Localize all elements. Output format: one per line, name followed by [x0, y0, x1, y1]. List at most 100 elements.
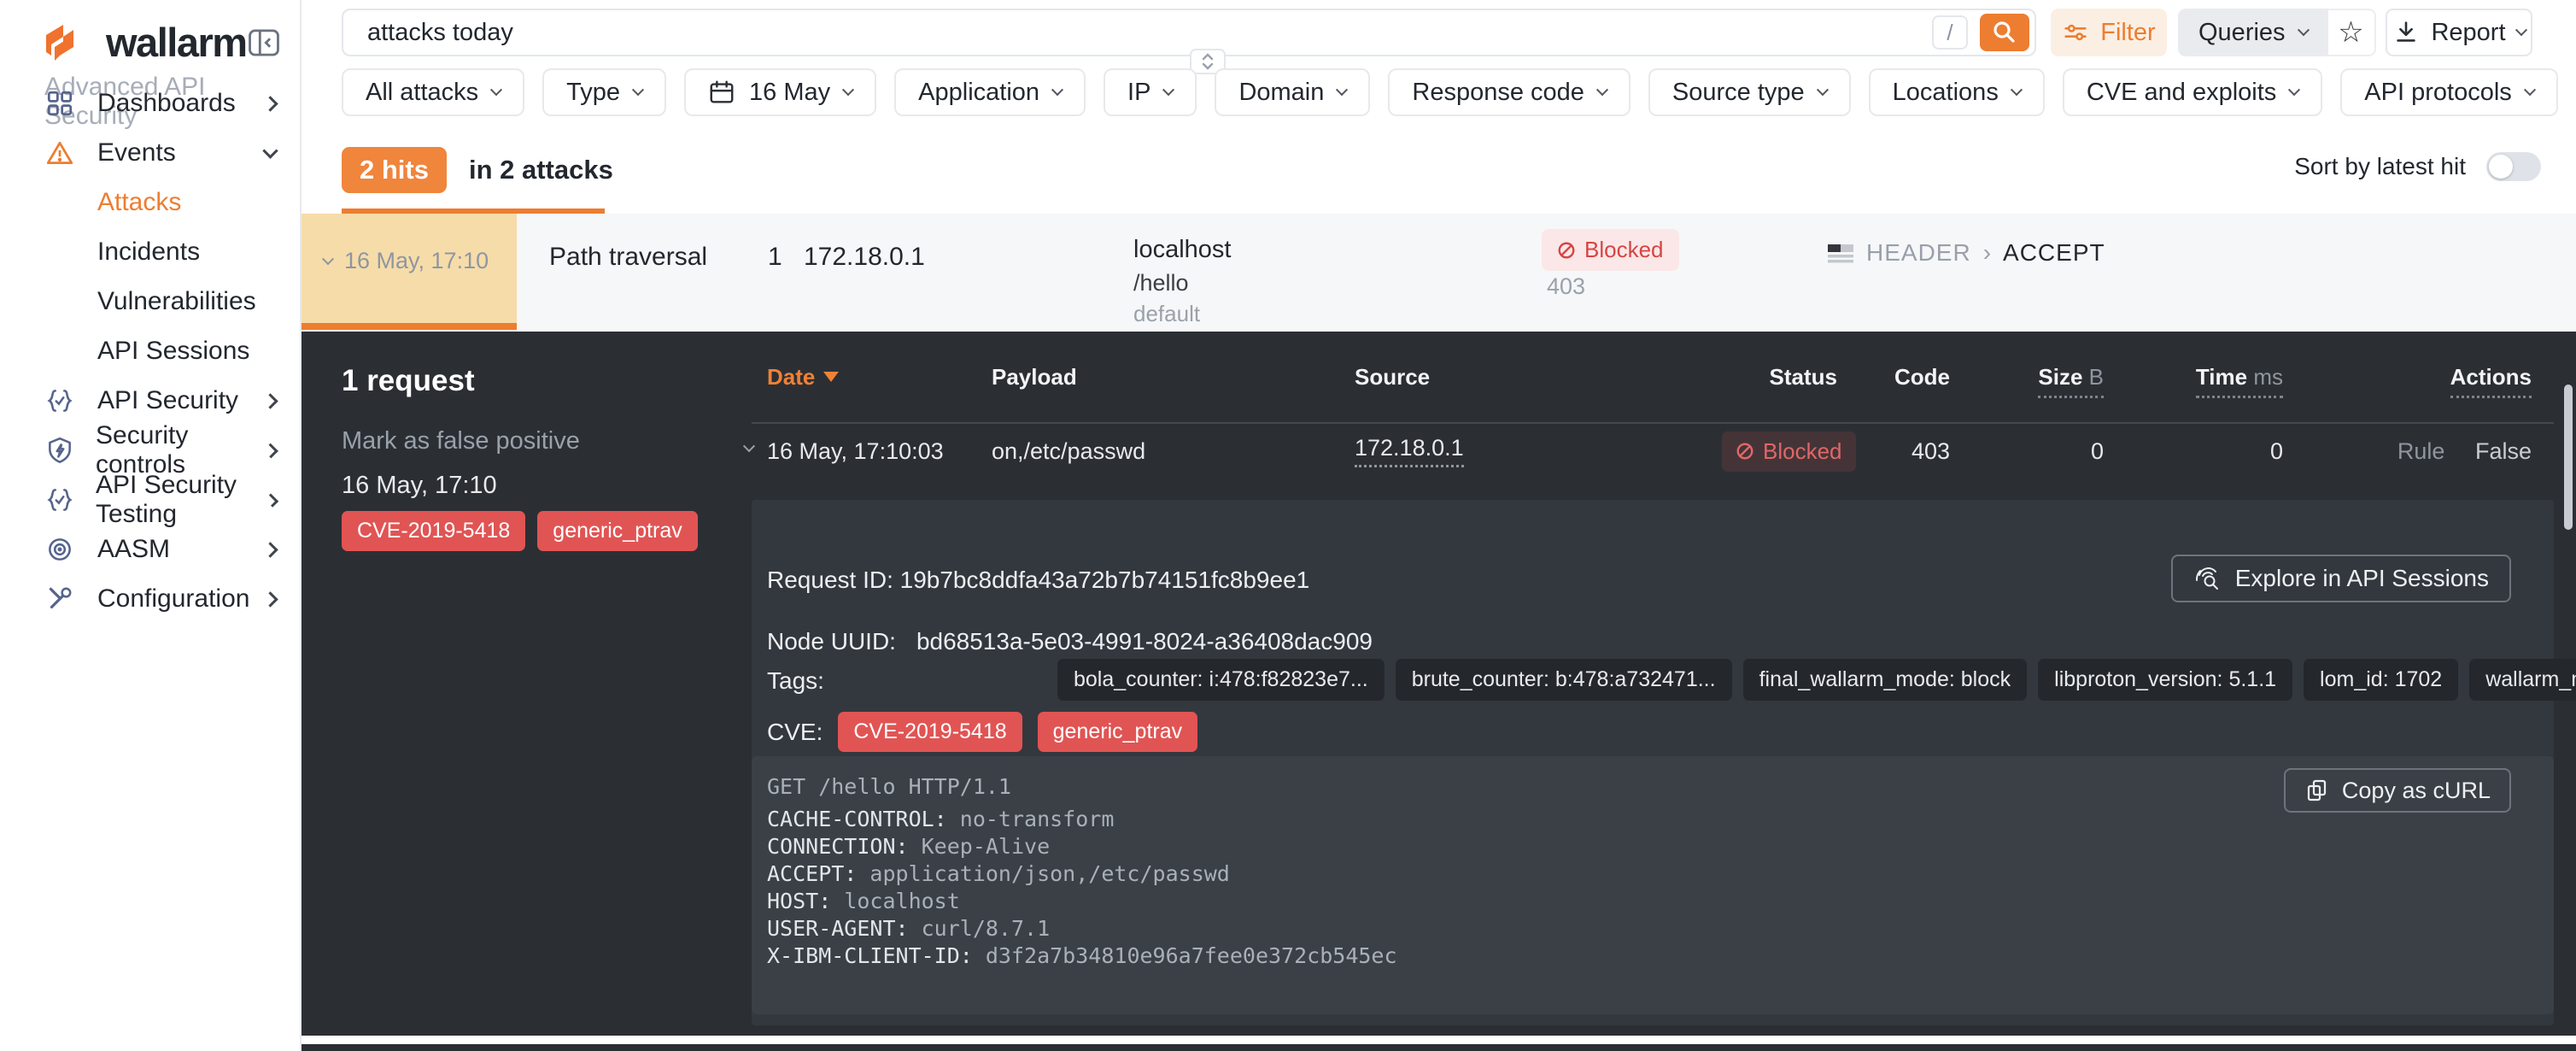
filter-chip-date[interactable]: 16 May	[684, 68, 876, 116]
attack-date: 16 May, 17:10	[344, 248, 489, 274]
column-actions[interactable]: Actions	[2283, 364, 2532, 390]
search-icon	[1990, 18, 2019, 47]
attack-domain: localhost	[1133, 236, 1231, 264]
copy-as-curl-button[interactable]: Copy as cURL	[2284, 768, 2511, 813]
sidebar-item-api-security-testing[interactable]: API Security Testing	[0, 475, 300, 525]
search-button[interactable]	[1980, 14, 2029, 51]
sidebar-item-api-security[interactable]: API Security	[0, 376, 300, 426]
attack-date-cell[interactable]: 16 May, 17:10	[302, 214, 517, 330]
sidebar-item-attacks[interactable]: Attacks	[0, 178, 300, 227]
row-expand-chevron-icon[interactable]	[743, 440, 755, 452]
tools-icon	[44, 584, 77, 614]
sidebar-item-label: Incidents	[97, 238, 200, 267]
wallarm-logo-icon	[44, 23, 94, 62]
system-tags-row: bola_counter: i:478:f82823e7... brute_co…	[1057, 659, 2576, 701]
http-header-line: USER-AGENT: curl/8.7.1	[767, 915, 1397, 942]
sidebar-item-label: Events	[97, 138, 176, 167]
main-content: / Filter Queries ☆	[302, 0, 2576, 1051]
chevron-down-icon	[1336, 84, 1348, 96]
request-id-label: Request ID:	[767, 567, 893, 594]
chevron-down-icon	[1162, 84, 1174, 96]
attack-response-code: 403	[1547, 273, 1585, 300]
system-tag: brute_counter: b:478:a732471...	[1396, 659, 1732, 701]
raw-request-block: Copy as cURL GET /hello HTTP/1.1 CACHE-C…	[752, 756, 2554, 1014]
cell-time: 0	[2104, 438, 2283, 465]
chevron-down-icon	[1596, 84, 1608, 96]
sort-toggle[interactable]	[2486, 152, 2541, 181]
requests-table-header: Date Payload Source Status Code Size B T…	[752, 357, 2554, 396]
filter-chip-all-attacks[interactable]: All attacks	[342, 68, 524, 116]
explore-button-label: Explore in API Sessions	[2235, 565, 2489, 592]
filter-button[interactable]: Filter	[2051, 9, 2167, 56]
filter-chip-response-code[interactable]: Response code	[1388, 68, 1630, 116]
sidebar-item-incidents[interactable]: Incidents	[0, 227, 300, 277]
sidebar-item-configuration[interactable]: Configuration	[0, 574, 300, 624]
sidebar-item-aasm[interactable]: AASM	[0, 525, 300, 574]
http-header-line: HOST: localhost	[767, 888, 1397, 915]
search-bar: /	[342, 9, 2036, 56]
column-date[interactable]: Date	[767, 364, 992, 390]
chevron-down-icon	[490, 84, 502, 96]
http-header-line: CACHE-CONTROL: no-transform	[767, 806, 1397, 833]
filter-chip-source-type[interactable]: Source type	[1648, 68, 1851, 116]
sort-desc-icon	[823, 372, 839, 382]
http-header-line: ACCEPT: application/json,/etc/passwd	[767, 860, 1397, 888]
status-badge: Blocked	[1542, 229, 1679, 271]
sidebar-item-security-controls[interactable]: Security controls	[0, 426, 300, 475]
chevron-right-icon	[262, 393, 278, 408]
false-action-link[interactable]: False	[2475, 438, 2532, 464]
attack-row[interactable]: 16 May, 17:10 Path traversal 1 172.18.0.…	[302, 214, 2576, 330]
column-payload: Payload	[992, 364, 1355, 390]
favorite-star-button[interactable]: ☆	[2328, 9, 2376, 56]
filter-chip-application[interactable]: Application	[894, 68, 1086, 116]
report-button[interactable]: Report	[2386, 9, 2532, 56]
http-headers: CACHE-CONTROL: no-transform CONNECTION: …	[767, 806, 1397, 970]
sidebar-item-vulnerabilities[interactable]: Vulnerabilities	[0, 277, 300, 326]
chip-label: API protocols	[2364, 79, 2511, 107]
column-time[interactable]: Time ms	[2104, 364, 2283, 390]
toggle-knob	[2489, 155, 2513, 179]
filter-chips-row: All attacks Type 16 May Application IP D…	[342, 68, 2576, 116]
next-panel-edge	[302, 1044, 2576, 1051]
filter-chip-ip[interactable]: IP	[1104, 68, 1197, 116]
sidebar: wallarm Advanced API Security Dashboards	[0, 0, 302, 1051]
request-table-row[interactable]: 16 May, 17:10:03 on,/etc/passwd 172.18.0…	[752, 417, 2554, 485]
column-source: Source	[1355, 364, 1722, 390]
chevron-down-icon	[632, 84, 644, 96]
copy-icon	[2304, 778, 2330, 803]
filter-chip-api-protocols[interactable]: API protocols	[2340, 68, 2557, 116]
fingerprint-search-icon	[2193, 564, 2222, 593]
filter-chip-locations[interactable]: Locations	[1869, 68, 2045, 116]
column-size[interactable]: Size B	[1950, 364, 2104, 390]
sidebar-item-label: API Security Testing	[96, 471, 267, 529]
mark-false-positive-link[interactable]: Mark as false positive	[342, 427, 580, 455]
sidebar-item-events[interactable]: Events	[0, 128, 300, 178]
filter-chip-cve-exploits[interactable]: CVE and exploits	[2063, 68, 2322, 116]
attack-tag-badge: generic_ptrav	[537, 511, 697, 551]
explore-api-sessions-button[interactable]: Explore in API Sessions	[2171, 555, 2511, 602]
filter-chip-type[interactable]: Type	[542, 68, 666, 116]
attack-type: Path traversal	[549, 243, 707, 272]
sidebar-item-api-sessions[interactable]: API Sessions	[0, 326, 300, 376]
chevron-down-icon	[2515, 24, 2526, 36]
scrollbar-thumb[interactable]	[2564, 385, 2573, 530]
dashboards-grid-icon	[44, 88, 77, 119]
code-braces-icon	[44, 484, 75, 515]
sidebar-collapse-icon[interactable]	[247, 26, 281, 60]
rule-action-link[interactable]: Rule	[2397, 438, 2445, 464]
queries-dropdown[interactable]: Queries	[2178, 9, 2328, 56]
chip-label: Locations	[1893, 79, 1999, 107]
expanded-request-details: Request ID: 19b7bc8ddfa43a72b7b74151fc8b…	[752, 500, 2554, 1025]
sort-label: Sort by latest hit	[2294, 153, 2466, 180]
attack-tag-badge: generic_ptrav	[1038, 712, 1197, 752]
node-uuid-row: Node UUID: bd68513a-5e03-4991-8024-a3640…	[767, 628, 1373, 655]
cell-date: 16 May, 17:10:03	[767, 438, 992, 465]
filter-chip-domain[interactable]: Domain	[1215, 68, 1370, 116]
logo-row: wallarm	[0, 0, 300, 66]
system-tag: libproton_version: 5.1.1	[2038, 659, 2292, 701]
sidebar-item-dashboards[interactable]: Dashboards	[0, 79, 300, 128]
status-label: Blocked	[1763, 438, 1842, 465]
status-label: Blocked	[1584, 237, 1664, 263]
search-input[interactable]	[343, 19, 1932, 47]
source-ip-link[interactable]: 172.18.0.1	[1355, 435, 1464, 467]
